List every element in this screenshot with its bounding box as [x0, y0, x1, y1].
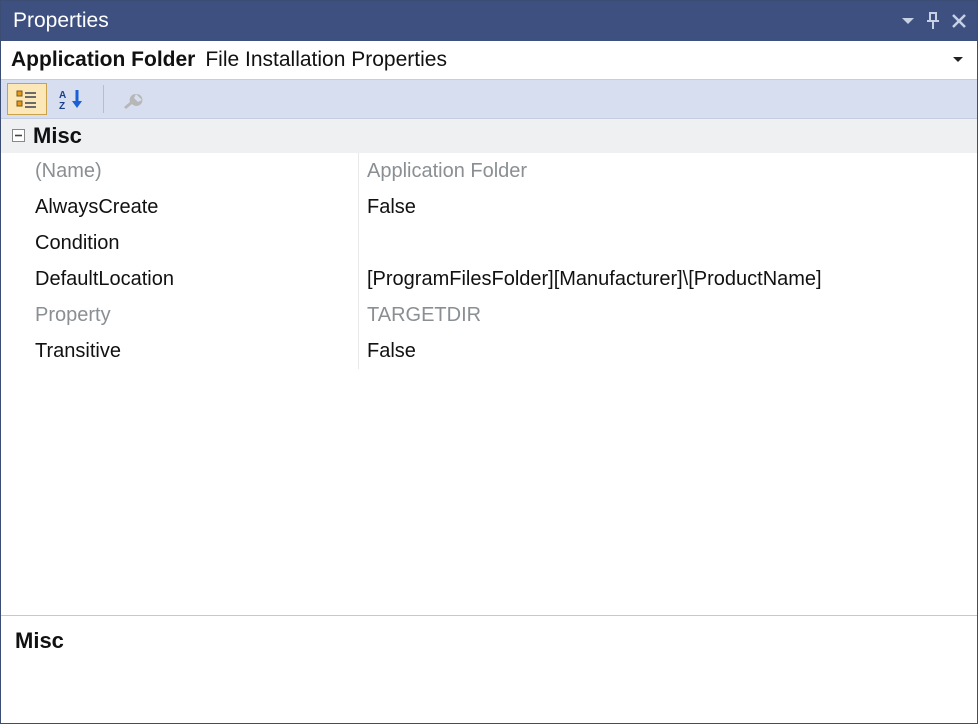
category-label: Misc: [33, 123, 82, 149]
property-row-property[interactable]: Property TARGETDIR: [1, 297, 977, 333]
property-value: Application Folder: [359, 153, 977, 189]
svg-text:Z: Z: [59, 101, 65, 110]
property-value[interactable]: False: [359, 333, 977, 369]
property-name: (Name): [1, 153, 359, 189]
property-pages-button[interactable]: [114, 83, 154, 115]
description-title: Misc: [15, 628, 963, 654]
property-row-name[interactable]: (Name) Application Folder: [1, 153, 977, 189]
property-name: Condition: [1, 225, 359, 261]
property-name: Transitive: [1, 333, 359, 369]
alphabetical-button[interactable]: A Z: [53, 83, 93, 115]
collapse-icon[interactable]: [5, 123, 31, 149]
toolbar: A Z: [1, 79, 977, 119]
object-name: Application Folder: [11, 48, 195, 72]
property-name: Property: [1, 297, 359, 333]
description-pane: Misc: [1, 615, 977, 723]
pin-icon[interactable]: [925, 12, 941, 30]
property-grid: Misc (Name) Application Folder AlwaysCre…: [1, 119, 977, 615]
close-icon[interactable]: [951, 13, 967, 29]
property-value[interactable]: [359, 225, 977, 261]
object-selector[interactable]: Application Folder File Installation Pro…: [1, 41, 977, 79]
property-name: AlwaysCreate: [1, 189, 359, 225]
category-row[interactable]: Misc: [1, 119, 977, 153]
property-value: TARGETDIR: [359, 297, 977, 333]
property-row-condition[interactable]: Condition: [1, 225, 977, 261]
svg-text:A: A: [59, 90, 66, 101]
titlebar-icons: [901, 12, 967, 30]
property-name: DefaultLocation: [1, 261, 359, 297]
properties-panel: Properties Application Folder: [0, 0, 978, 724]
property-value[interactable]: [ProgramFilesFolder][Manufacturer]\[Prod…: [359, 261, 977, 297]
titlebar: Properties: [1, 1, 977, 41]
property-row-defaultlocation[interactable]: DefaultLocation [ProgramFilesFolder][Man…: [1, 261, 977, 297]
window-options-icon[interactable]: [901, 16, 915, 26]
object-type: File Installation Properties: [205, 48, 949, 72]
property-row-transitive[interactable]: Transitive False: [1, 333, 977, 369]
property-row-alwayscreate[interactable]: AlwaysCreate False: [1, 189, 977, 225]
toolbar-separator: [103, 85, 104, 113]
window-title: Properties: [13, 9, 901, 33]
grid-empty-area: [1, 369, 977, 615]
property-value[interactable]: False: [359, 189, 977, 225]
categorized-button[interactable]: [7, 83, 47, 115]
chevron-down-icon[interactable]: [949, 56, 967, 64]
